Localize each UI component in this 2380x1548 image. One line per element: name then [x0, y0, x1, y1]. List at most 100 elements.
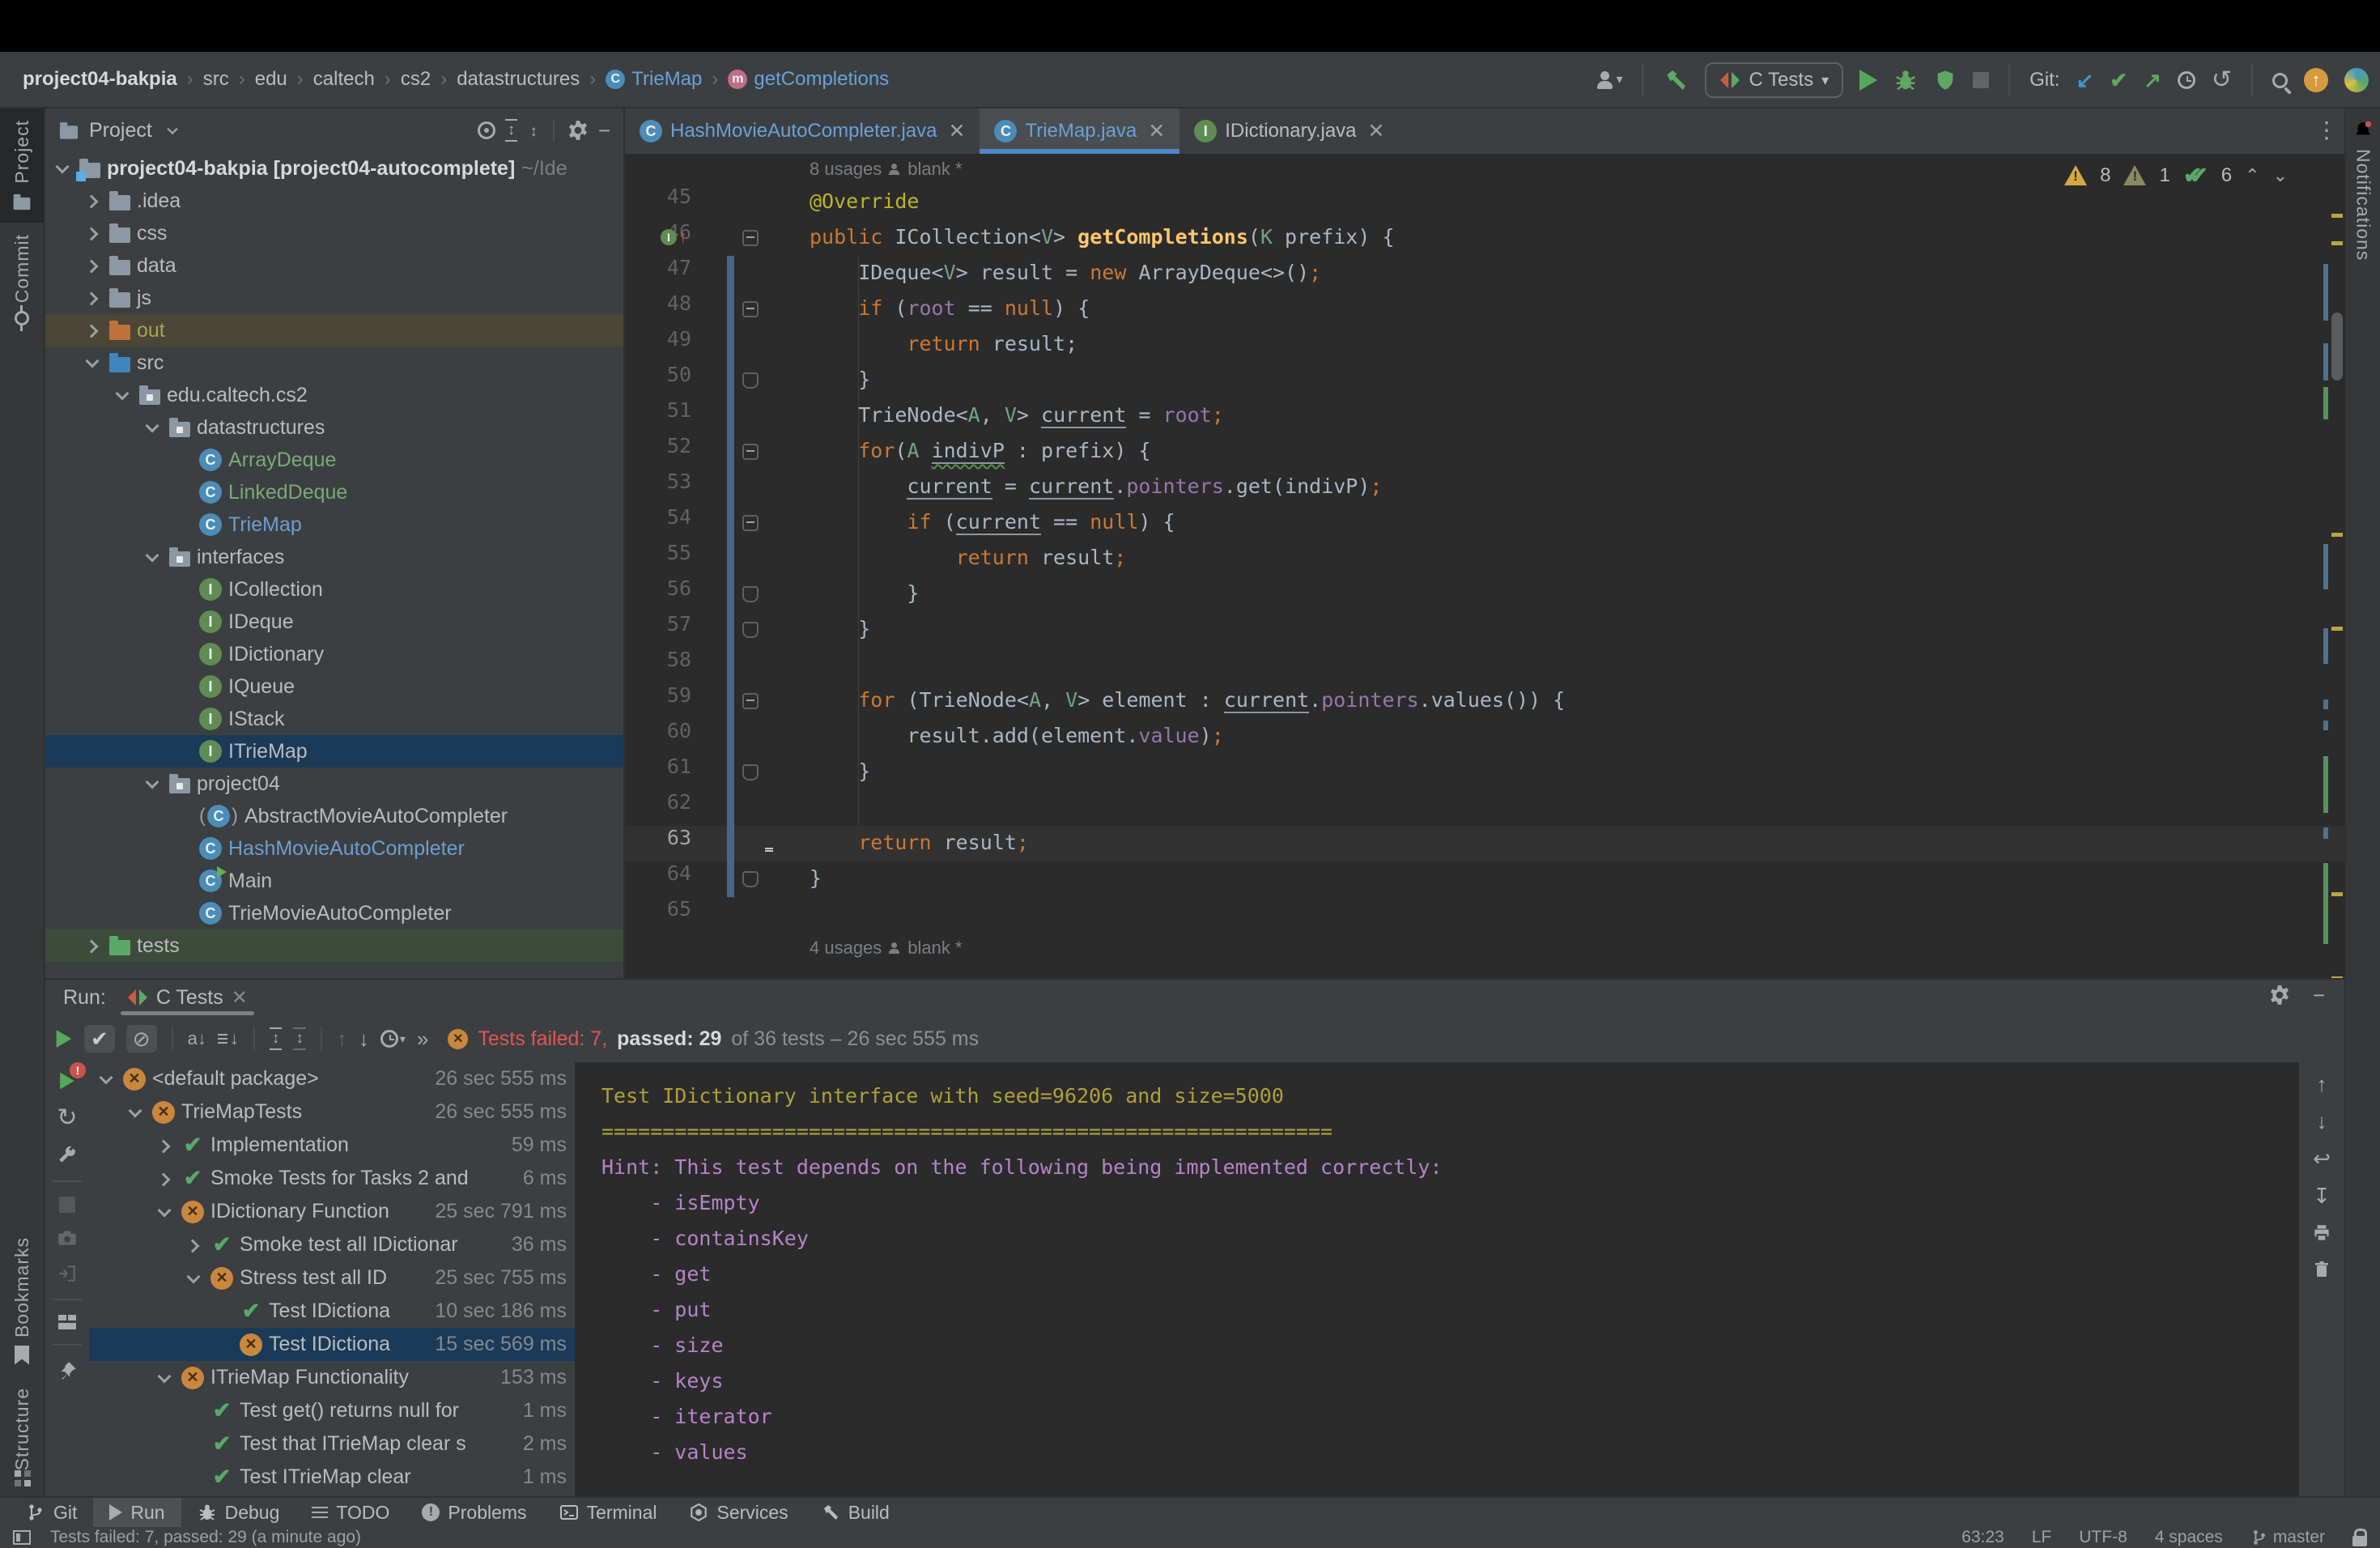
test-settings-wrench-icon[interactable]	[57, 1145, 78, 1166]
git-commit-check-icon[interactable]: ✔	[2110, 70, 2127, 91]
tree-item[interactable]: CMain	[45, 865, 623, 897]
toggle-auto-test-icon[interactable]: ↻	[57, 1106, 77, 1130]
tree-item[interactable]: edu.caltech.cs2	[45, 379, 623, 411]
project-settings-gear-icon[interactable]	[567, 120, 589, 141]
previous-failed-test-icon[interactable]: ↑	[337, 1028, 347, 1049]
run-tab[interactable]: C Tests ✕	[121, 980, 254, 1015]
usages-inlay-bottom[interactable]: 4 usagesblank *	[625, 933, 2344, 963]
tree-item[interactable]: data	[45, 249, 623, 282]
chevron-down-icon[interactable]	[125, 1102, 146, 1123]
scroll-to-end-icon[interactable]: ↧	[2313, 1185, 2331, 1206]
test-tree-item[interactable]: ✔Test IDictiona10 sec 186 ms	[89, 1295, 575, 1328]
test-console-output[interactable]: Test IDictionary interface with seed=962…	[575, 1062, 2299, 1496]
breadcrumb-item[interactable]: datastructures	[457, 68, 580, 91]
code-line[interactable]: 48 if (root == null) {	[625, 291, 2344, 327]
tree-item[interactable]: tests	[45, 929, 623, 962]
stripe-structure-button[interactable]: Structure	[0, 1376, 44, 1488]
file-encoding[interactable]: UTF-8	[2079, 1528, 2127, 1547]
close-tab-icon[interactable]: ✕	[949, 119, 966, 143]
tree-item[interactable]: interfaces	[45, 541, 623, 573]
code-line[interactable]: 47 IDeque<V> result = new ArrayDeque<>()…	[625, 256, 2344, 291]
inspections-widget[interactable]: 8 1 ✔✔6 ⌃ ⌄	[2064, 162, 2288, 189]
code-with-me-icon[interactable]	[2344, 68, 2369, 92]
editor-tab[interactable]: CHashMovieAutoCompleter.java✕	[625, 108, 980, 154]
stripe-project-button[interactable]: Project	[0, 108, 44, 223]
tree-item[interactable]: js	[45, 282, 623, 314]
prev-problem-icon[interactable]: ⌃	[2245, 167, 2259, 185]
test-tree-item[interactable]: ✔Test that ITrieMap clear s2 ms	[89, 1427, 575, 1461]
chevron-down-icon[interactable]	[142, 417, 163, 438]
test-tree-item[interactable]: ✔Smoke test all IDictionar36 ms	[89, 1228, 575, 1261]
soft-wrap-icon[interactable]: ↩	[2313, 1148, 2331, 1169]
fold-end-icon[interactable]	[742, 372, 759, 389]
breadcrumb-item[interactable]: src	[203, 68, 229, 91]
search-everywhere-icon[interactable]	[2272, 73, 2288, 88]
rerun-failed-tests-button[interactable]: !	[58, 1070, 76, 1091]
more-actions-icon[interactable]: »	[417, 1028, 428, 1049]
breadcrumb-item[interactable]: cs2	[401, 68, 431, 91]
code-line[interactable]: 57 }	[625, 612, 2344, 648]
tool-window-switcher-icon[interactable]	[13, 1530, 31, 1545]
editor-scrollbar[interactable]	[2330, 199, 2344, 978]
run-configuration-select[interactable]: C Tests ▾	[1705, 62, 1843, 98]
test-tree-item[interactable]: ✔Test get() returns null for1 ms	[89, 1394, 575, 1427]
close-tab-icon[interactable]: ✕	[1368, 119, 1385, 143]
toolwindow-button-run[interactable]: Run	[93, 1498, 181, 1527]
code-line[interactable]: 55 return result;	[625, 541, 2344, 576]
clear-output-icon[interactable]	[2312, 1260, 2331, 1279]
fold-end-icon[interactable]	[742, 871, 759, 887]
toolwindow-button-services[interactable]: Services	[673, 1498, 804, 1527]
history-clock-icon[interactable]	[2178, 71, 2195, 89]
stripe-commit-button[interactable]: Commit	[0, 223, 44, 337]
chevron-down-icon[interactable]	[52, 158, 73, 179]
tree-item[interactable]: datastructures	[45, 411, 623, 444]
breadcrumb-item[interactable]: caltech	[313, 68, 375, 91]
code-line[interactable]: 54 if (current == null) {	[625, 505, 2344, 541]
toolwindow-button-debug[interactable]: Debug	[181, 1498, 296, 1527]
chevron-right-icon[interactable]	[82, 935, 103, 956]
toolwindow-button-terminal[interactable]: Terminal	[543, 1498, 674, 1527]
fold-end-icon[interactable]	[742, 622, 759, 638]
test-tree-item[interactable]: ✕TrieMapTests26 sec 555 ms	[89, 1095, 575, 1129]
test-tree-item[interactable]: ✕<default package>26 sec 555 ms	[89, 1062, 575, 1095]
fold-open-icon[interactable]	[742, 693, 759, 709]
tree-item[interactable]: project04-bakpia [project04-autocomplete…	[45, 152, 623, 185]
tree-item[interactable]: IICollection	[45, 573, 623, 606]
tree-item[interactable]: src	[45, 347, 623, 379]
toolwindow-button-build[interactable]: Build	[805, 1498, 906, 1527]
tree-item[interactable]: IIDeque	[45, 606, 623, 638]
chevron-down-icon[interactable]	[96, 1069, 117, 1090]
code-line[interactable]: 63 return result;	[625, 826, 2344, 861]
attach-debugger-icon[interactable]	[57, 1263, 78, 1284]
tree-item[interactable]: CTrieMovieAutoCompleter	[45, 897, 623, 929]
stripe-bookmarks-button[interactable]: Bookmarks	[0, 1226, 44, 1376]
hide-run-panel-icon[interactable]: −	[2313, 985, 2325, 1006]
chevron-right-icon[interactable]	[154, 1135, 175, 1156]
breadcrumb-item[interactable]: mgetCompletions	[728, 68, 889, 91]
chevron-right-icon[interactable]	[82, 190, 103, 211]
git-update-icon[interactable]: ↙	[2076, 70, 2093, 91]
next-problem-icon[interactable]: ⌄	[2273, 167, 2288, 185]
chevron-right-icon[interactable]	[82, 223, 103, 244]
chevron-down-icon[interactable]	[154, 1201, 175, 1223]
select-opened-file-icon[interactable]	[478, 121, 495, 139]
code-line[interactable]: 59 for (TrieNode<A, V> element : current…	[625, 683, 2344, 719]
fold-open-icon[interactable]	[742, 301, 759, 317]
breadcrumb-item[interactable]: project04-bakpia	[23, 68, 177, 91]
rollback-icon[interactable]: ↺	[2212, 68, 2232, 92]
code-line[interactable]: 49 return result;	[625, 327, 2344, 363]
tree-item[interactable]: project04	[45, 768, 623, 800]
code-line[interactable]: 45@Override	[625, 185, 2344, 220]
run-button[interactable]	[1859, 70, 1877, 91]
editor-tab[interactable]: IIDictionary.java✕	[1179, 108, 1399, 154]
chevron-right-icon[interactable]	[82, 320, 103, 341]
fold-open-icon[interactable]	[742, 444, 759, 460]
stop-button[interactable]	[1973, 72, 1989, 88]
test-tree-item[interactable]: ✕Stress test all ID25 sec 755 ms	[89, 1261, 575, 1295]
print-icon[interactable]	[2311, 1223, 2332, 1244]
git-push-icon[interactable]: ↗	[2144, 70, 2161, 91]
hide-panel-icon[interactable]: −	[598, 120, 610, 141]
tree-item[interactable]: IIStack	[45, 703, 623, 735]
scroll-up-icon[interactable]: ↑	[2317, 1074, 2327, 1095]
chevron-right-icon[interactable]	[154, 1168, 175, 1189]
